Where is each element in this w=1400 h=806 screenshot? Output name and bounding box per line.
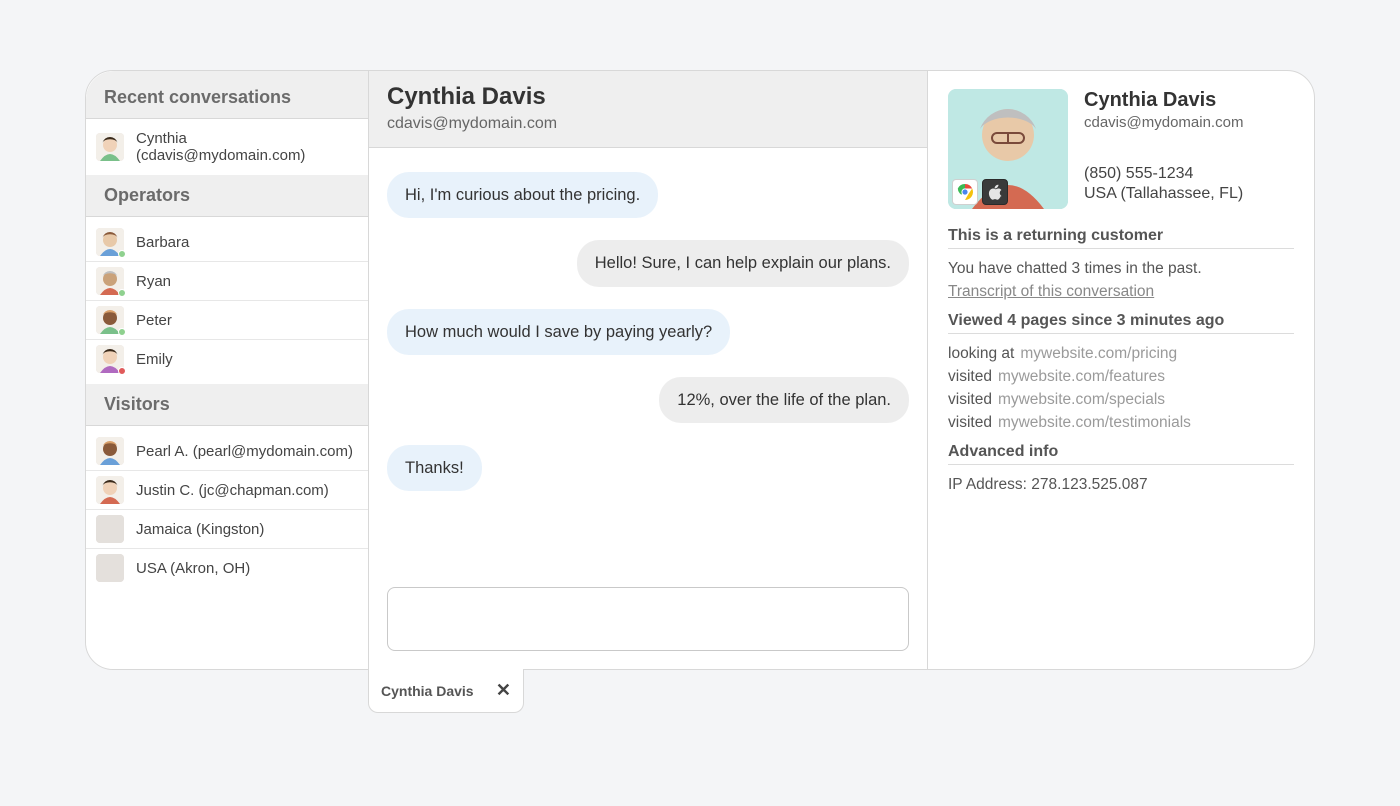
viewed-url[interactable]: mywebsite.com/testimonials: [998, 411, 1191, 434]
conversation-contact-name: Cynthia Davis: [387, 83, 909, 111]
viewed-page-line: looking at mywebsite.com/pricing: [948, 342, 1294, 365]
viewed-pages-section: Viewed 4 pages since 3 minutes ago looki…: [948, 312, 1294, 435]
viewed-url[interactable]: mywebsite.com/specials: [998, 388, 1165, 411]
details-panel: Cynthia Davis cdavis@mydomain.com (850) …: [928, 71, 1314, 669]
ip-address: IP Address: 278.123.525.087: [948, 473, 1294, 496]
apple-icon: [982, 179, 1008, 205]
advanced-heading: Advanced info: [948, 443, 1294, 465]
conversation-header: Cynthia Davis cdavis@mydomain.com: [369, 71, 927, 148]
viewed-url[interactable]: mywebsite.com/features: [998, 365, 1165, 388]
sidebar-item-label: Cynthia (cdavis@mydomain.com): [136, 130, 358, 164]
viewed-page-line: visited mywebsite.com/specials: [948, 388, 1294, 411]
conversation-tab[interactable]: Cynthia Davis ✕: [368, 669, 524, 713]
avatar: [96, 554, 124, 582]
chat-app-window: Recent conversations Cynthia (cdavis@myd…: [85, 70, 1315, 670]
contact-location: USA (Tallahassee, FL): [1084, 185, 1243, 203]
contact-phone: (850) 555-1234: [1084, 165, 1243, 183]
sidebar-item-label: USA (Akron, OH): [136, 560, 250, 577]
avatar: [96, 437, 124, 465]
sidebar-item[interactable]: Justin C. (jc@chapman.com): [86, 471, 368, 510]
message-bubble-incoming: How much would I save by paying yearly?: [387, 309, 730, 355]
transcript-link[interactable]: Transcript of this conversation: [948, 283, 1154, 300]
sidebar-item[interactable]: Emily: [86, 340, 368, 378]
avatar: [96, 345, 124, 373]
status-dot-icon: [118, 289, 126, 297]
viewed-url[interactable]: mywebsite.com/pricing: [1020, 342, 1177, 365]
advanced-info-section: Advanced info IP Address: 278.123.525.08…: [948, 443, 1294, 496]
contact-name: Cynthia Davis: [1084, 89, 1243, 112]
sidebar-visitors-list: Pearl A. (pearl@mydomain.com) Justin C. …: [86, 426, 368, 593]
sidebar-item[interactable]: Pearl A. (pearl@mydomain.com): [86, 432, 368, 471]
returning-text: You have chatted 3 times in the past.: [948, 260, 1202, 277]
contact-avatar-large: [948, 89, 1068, 209]
viewed-verb: looking at: [948, 342, 1014, 365]
sidebar-item-label: Barbara: [136, 234, 189, 251]
returning-body: You have chatted 3 times in the past. Tr…: [948, 257, 1294, 304]
identity-text: Cynthia Davis cdavis@mydomain.com (850) …: [1084, 89, 1243, 209]
sidebar-item-label: Pearl A. (pearl@mydomain.com): [136, 443, 353, 460]
avatar: [96, 476, 124, 504]
identity-block: Cynthia Davis cdavis@mydomain.com (850) …: [948, 89, 1294, 209]
avatar: [96, 267, 124, 295]
message-list[interactable]: Hi, I'm curious about the pricing. Hello!…: [369, 148, 927, 581]
message-bubble-outgoing: 12%, over the life of the plan.: [659, 377, 909, 423]
sidebar-operators-list: Barbara Ryan Peter Emily: [86, 217, 368, 384]
avatar: [96, 133, 124, 161]
sidebar-section-recent-header: Recent conversations: [86, 71, 368, 119]
sidebar-section-operators-header: Operators: [86, 175, 368, 217]
sidebar-item[interactable]: Peter: [86, 301, 368, 340]
message-bubble-incoming: Thanks!: [387, 445, 482, 491]
returning-customer-section: This is a returning customer You have ch…: [948, 227, 1294, 304]
viewed-page-line: visited mywebsite.com/testimonials: [948, 411, 1294, 434]
message-bubble-outgoing: Hello! Sure, I can help explain our plan…: [577, 240, 909, 286]
avatar: [96, 228, 124, 256]
sidebar: Recent conversations Cynthia (cdavis@myd…: [86, 71, 369, 669]
returning-heading: This is a returning customer: [948, 227, 1294, 249]
sidebar-item[interactable]: Jamaica (Kingston): [86, 510, 368, 549]
sidebar-recent-list: Cynthia (cdavis@mydomain.com): [86, 119, 368, 175]
conversation-contact-email: cdavis@mydomain.com: [387, 115, 909, 133]
avatar: [96, 306, 124, 334]
chrome-icon: [952, 179, 978, 205]
sidebar-item-label: Emily: [136, 351, 173, 368]
viewed-pages-list: looking at mywebsite.com/pricing visited my…: [948, 342, 1294, 435]
sidebar-item-label: Jamaica (Kingston): [136, 521, 264, 538]
status-dot-icon: [118, 250, 126, 258]
message-bubble-incoming: Hi, I'm curious about the pricing.: [387, 172, 658, 218]
status-dot-icon: [118, 367, 126, 375]
close-icon[interactable]: ✕: [496, 680, 511, 701]
viewed-verb: visited: [948, 365, 992, 388]
viewed-page-line: visited mywebsite.com/features: [948, 365, 1294, 388]
conversation-tab-label: Cynthia Davis: [381, 683, 474, 699]
sidebar-item-label: Peter: [136, 312, 172, 329]
contact-email: cdavis@mydomain.com: [1084, 114, 1243, 131]
sidebar-item[interactable]: Barbara: [86, 223, 368, 262]
viewed-verb: visited: [948, 388, 992, 411]
sidebar-item[interactable]: USA (Akron, OH): [86, 549, 368, 587]
sidebar-item-label: Ryan: [136, 273, 171, 290]
sidebar-section-visitors-header: Visitors: [86, 384, 368, 426]
viewed-heading: Viewed 4 pages since 3 minutes ago: [948, 312, 1294, 334]
status-dot-icon: [118, 328, 126, 336]
avatar: [96, 515, 124, 543]
viewed-verb: visited: [948, 411, 992, 434]
sidebar-item[interactable]: Cynthia (cdavis@mydomain.com): [86, 125, 368, 169]
sidebar-item-label: Justin C. (jc@chapman.com): [136, 482, 329, 499]
conversation-panel: Cynthia Davis cdavis@mydomain.com Hi, I'…: [369, 71, 928, 669]
sidebar-item[interactable]: Ryan: [86, 262, 368, 301]
compose-input[interactable]: [387, 587, 909, 651]
